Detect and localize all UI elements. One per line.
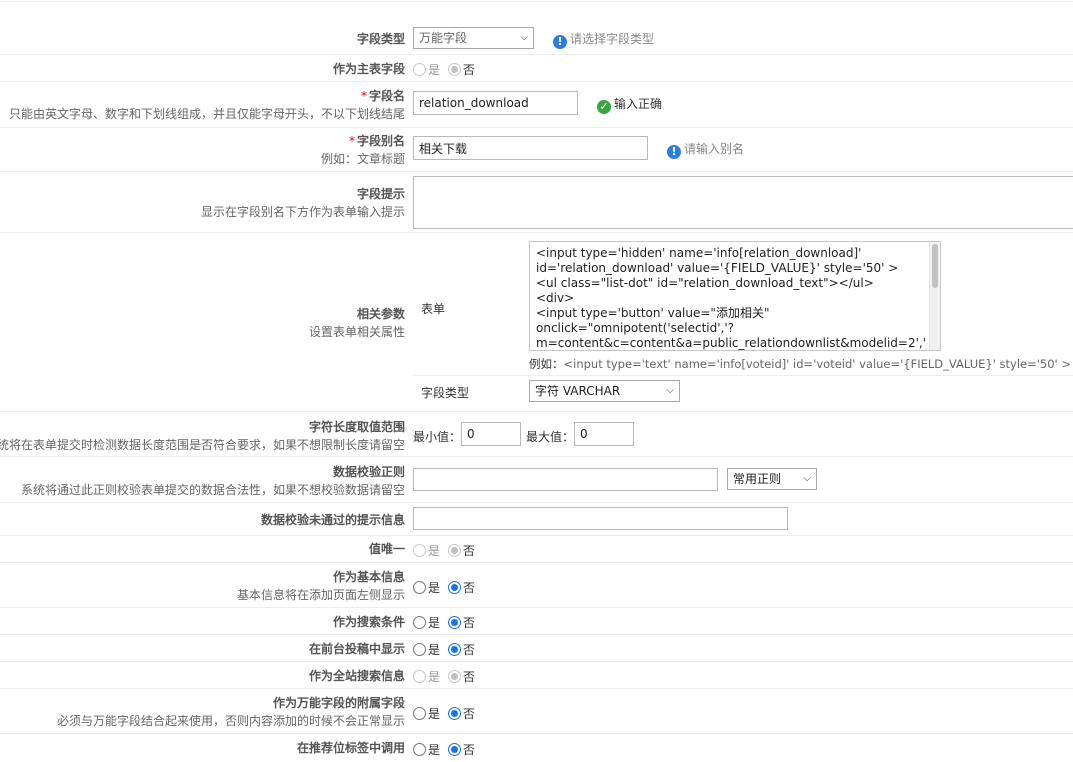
field-name-hint: 只能由英文字母、数字和下划线组成，并且仅能字母开头，不以下划线结尾 — [8, 107, 405, 121]
field-hint-textarea[interactable] — [413, 176, 1073, 229]
search-cond-label: 作为搜索条件 — [332, 615, 405, 629]
unique-yes-radio[interactable] — [413, 544, 426, 557]
row-field-type: 字段类型 万能字段 ⌵ ! 请选择字段类型 — [0, 2, 1073, 55]
main-table-radios: 是 否 — [413, 61, 479, 78]
basic-info-yes-radio[interactable] — [413, 581, 426, 594]
max-label: 最大值： — [526, 430, 575, 444]
regex-select[interactable]: 常用正则 ⌵ — [727, 468, 817, 490]
basic-info-hint: 基本信息将在添加页面左侧显示 — [236, 588, 405, 602]
field-alias-tip: ! 请输入别名 — [667, 141, 744, 159]
field-alias-input[interactable] — [413, 136, 648, 160]
row-basic-info: 作为基本信息 基本信息将在添加页面左侧显示 是 否 — [0, 563, 1073, 608]
params-type-select[interactable]: 字符 VARCHAR ⌵ — [529, 380, 680, 402]
field-alias-label: 字段别名 — [356, 134, 405, 148]
form-example: 例如：<input type='text' name='info[voteid]… — [529, 357, 1072, 371]
attached-label: 作为万能字段的附属字段 — [272, 696, 405, 710]
row-main-table: 作为主表字段 是 否 — [0, 55, 1073, 82]
field-name-tip: ✓ 输入正确 — [597, 96, 662, 114]
unique-label: 值唯一 — [368, 542, 405, 556]
search-cond-radios: 是 否 — [413, 614, 479, 631]
params-label: 相关参数 — [356, 307, 405, 321]
unique-no-radio[interactable] — [447, 544, 461, 557]
field-name-label: 字段名 — [368, 89, 405, 103]
field-name-input[interactable] — [413, 91, 578, 115]
chevron-down-icon: ⌵ — [803, 473, 811, 484]
site-search-yes-radio[interactable] — [413, 670, 426, 683]
row-field-name: *字段名 只能由英文字母、数字和下划线组成，并且仅能字母开头，不以下划线结尾 ✓… — [0, 82, 1073, 128]
front-show-radios: 是 否 — [413, 641, 479, 658]
position-tag-label: 在推荐位标签中调用 — [296, 741, 405, 755]
row-regex: 数据校验正则 系统将通过此正则校验表单提交的数据合法性，如果不想校验数据请留空 … — [0, 457, 1073, 503]
required-star: * — [348, 134, 355, 148]
exclamation-circle-icon: ! — [553, 35, 567, 49]
regex-label: 数据校验正则 — [332, 465, 405, 479]
required-star: * — [360, 89, 367, 103]
row-position-tag: 在推荐位标签中调用 是 否 — [0, 734, 1073, 762]
exclamation-circle-icon: ! — [667, 145, 681, 159]
length-range-label: 字符长度取值范围 — [308, 420, 405, 434]
row-unique: 值唯一 是 否 — [0, 536, 1073, 563]
row-front-show: 在前台投稿中显示 是 否 — [0, 635, 1073, 662]
check-circle-icon: ✓ — [597, 100, 611, 114]
params-type-label: 字段类型 — [421, 386, 470, 400]
chevron-down-icon: ⌵ — [520, 32, 528, 43]
chevron-down-icon: ⌵ — [666, 385, 674, 396]
front-show-no-radio[interactable] — [447, 643, 461, 656]
field-edit-form: 字段类型 万能字段 ⌵ ! 请选择字段类型 作为主表字段 是 否 * 字段名 只能由… — [0, 0, 1073, 762]
row-length-range: 字符长度取值范围 系统将在表单提交时检测数据长度范围是否符合要求，如果不想限制长… — [0, 412, 1073, 457]
length-range-hint: 系统将在表单提交时检测数据长度范围是否符合要求，如果不想限制长度请留空 — [0, 438, 405, 452]
attached-yes-radio[interactable] — [413, 707, 426, 720]
position-tag-no-radio[interactable] — [447, 743, 461, 756]
code-scrollbar[interactable] — [929, 242, 940, 350]
front-show-yes-radio[interactable] — [413, 643, 426, 656]
min-label: 最小值： — [413, 430, 462, 444]
error-msg-input[interactable] — [413, 507, 788, 530]
regex-hint: 系统将通过此正则校验表单提交的数据合法性，如果不想校验数据请留空 — [20, 483, 405, 497]
form-code-textarea[interactable]: <input type='hidden' name='info[relation… — [529, 241, 941, 351]
field-type-select[interactable]: 万能字段 ⌵ — [413, 27, 534, 49]
field-hint-hint: 显示在字段别名下方作为表单输入提示 — [200, 205, 405, 219]
max-length-input[interactable] — [574, 422, 634, 446]
site-search-no-radio[interactable] — [447, 670, 461, 683]
row-field-hint: 字段提示 显示在字段别名下方作为表单输入提示 — [0, 172, 1073, 233]
search-cond-no-radio[interactable] — [447, 616, 461, 629]
main-table-no-radio[interactable] — [447, 63, 461, 76]
site-search-label: 作为全站搜索信息 — [308, 669, 405, 683]
field-type-tip: ! 请选择字段类型 — [553, 31, 654, 49]
attached-radios: 是 否 — [413, 705, 479, 722]
attached-no-radio[interactable] — [447, 707, 461, 720]
row-error-msg: 数据校验未通过的提示信息 — [0, 503, 1073, 536]
error-msg-label: 数据校验未通过的提示信息 — [260, 513, 405, 527]
scrollbar-thumb[interactable] — [932, 244, 938, 288]
basic-info-label: 作为基本信息 — [332, 570, 405, 584]
front-show-label: 在前台投稿中显示 — [308, 642, 405, 656]
search-cond-yes-radio[interactable] — [413, 616, 426, 629]
row-attached: 作为万能字段的附属字段 必须与万能字段结合起来使用，否则内容添加的时候不会正常显… — [0, 689, 1073, 734]
regex-input[interactable] — [413, 468, 718, 491]
basic-info-radios: 是 否 — [413, 579, 479, 596]
attached-hint: 必须与万能字段结合起来使用，否则内容添加的时候不会正常显示 — [56, 714, 405, 728]
position-tag-yes-radio[interactable] — [413, 743, 426, 756]
main-table-label: 作为主表字段 — [332, 62, 405, 76]
unique-radios: 是 否 — [413, 542, 479, 559]
params-hint: 设置表单相关属性 — [308, 325, 405, 339]
field-alias-hint: 例如：文章标题 — [320, 152, 405, 166]
form-label: 表单 — [421, 302, 446, 316]
row-search-cond: 作为搜索条件 是 否 — [0, 608, 1073, 635]
row-field-alias: *字段别名 例如：文章标题 !请输入别名 — [0, 128, 1073, 172]
main-table-yes-radio[interactable] — [413, 63, 426, 76]
position-tag-radios: 是 否 — [413, 741, 479, 758]
min-length-input[interactable] — [461, 422, 521, 446]
row-site-search: 作为全站搜索信息 是 否 — [0, 662, 1073, 689]
field-hint-label: 字段提示 — [356, 187, 405, 201]
site-search-radios: 是 否 — [413, 668, 479, 685]
params-inner-divider — [413, 375, 1073, 376]
basic-info-no-radio[interactable] — [447, 581, 461, 594]
field-type-label: 字段类型 — [356, 32, 405, 46]
form-code-text: <input type='hidden' name='info[relation… — [536, 246, 927, 350]
